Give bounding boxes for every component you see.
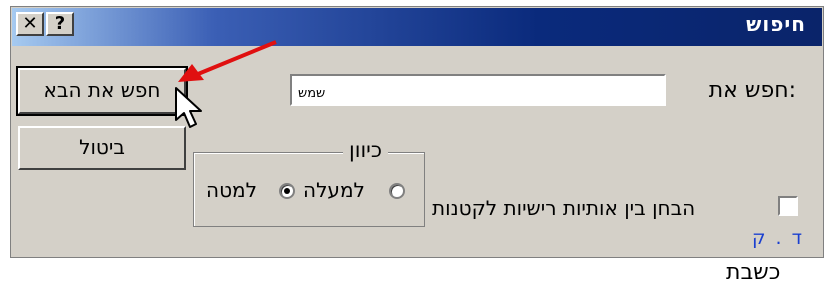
title-bar: חיפוש	[12, 8, 822, 46]
help-icon: ?	[54, 13, 66, 34]
dialog-title: חיפוש	[746, 12, 806, 36]
direction-legend: כיוון	[343, 138, 388, 162]
shortcut-text: ד . ק	[752, 227, 804, 249]
find-next-button[interactable]: חפש את הבא	[16, 66, 188, 116]
help-button[interactable]: ?	[46, 12, 74, 36]
close-icon: ✕	[22, 13, 38, 34]
red-arrow-annotation	[178, 40, 277, 82]
find-what-input[interactable]	[290, 74, 666, 106]
direction-down-label[interactable]: למטה	[206, 178, 257, 202]
direction-down-radio[interactable]	[279, 183, 295, 199]
match-case-checkbox[interactable]	[778, 196, 798, 216]
find-what-label: חפש את:	[708, 78, 796, 103]
mouse-pointer-icon	[175, 87, 202, 128]
cancel-button[interactable]: ביטול	[18, 126, 186, 170]
direction-up-radio[interactable]	[389, 183, 405, 199]
close-button[interactable]: ✕	[16, 12, 44, 36]
match-case-label[interactable]: הבחן בין אותיות רישיות לקטנות	[432, 196, 695, 220]
radio-selected-dot	[284, 188, 290, 194]
arrow-shaft	[197, 40, 277, 76]
direction-up-label[interactable]: למעלה	[303, 178, 365, 202]
cropped-text-below: כשבת	[726, 260, 781, 285]
